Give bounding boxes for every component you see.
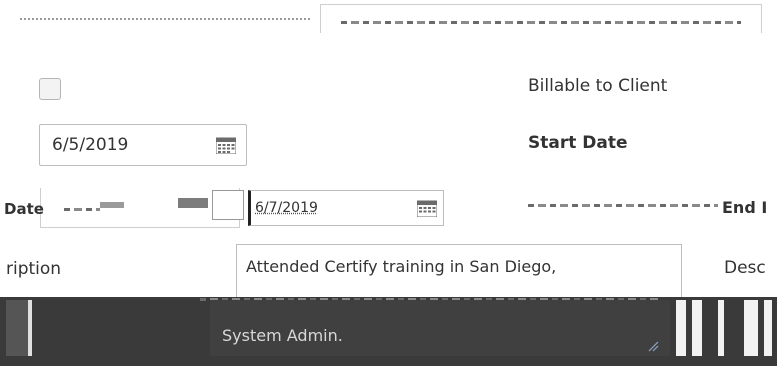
end-date-input[interactable]: 6/7/2019 <box>248 190 444 226</box>
description-textarea[interactable]: Attended Certify training in San Diego, <box>236 244 682 298</box>
calendar-icon[interactable] <box>417 200 437 217</box>
start-date-value: 6/5/2019 <box>52 135 129 155</box>
light-pillar <box>764 300 772 356</box>
billable-checkbox[interactable] <box>39 78 61 100</box>
billable-label: Billable to Client <box>528 76 668 96</box>
description-right-label: Desc <box>724 258 766 278</box>
calendar-icon[interactable] <box>216 137 236 154</box>
light-pillar <box>692 300 702 356</box>
description-text: Attended Certify training in San Diego, <box>246 257 557 276</box>
garbled-input-text <box>341 21 741 24</box>
end-date-value: 6/7/2019 <box>255 200 318 216</box>
description-left-label: ription <box>6 259 62 279</box>
garbled-fragment <box>178 198 208 208</box>
end-date-left-label: Date <box>4 200 44 218</box>
end-date-right-label: End I <box>722 198 768 217</box>
form-canvas: Billable to Client 6/5/2019 Start Date D… <box>0 0 777 366</box>
start-date-label: Start Date <box>528 133 628 153</box>
role-text: System Admin. <box>222 326 343 345</box>
resize-grip-icon[interactable] <box>647 340 659 352</box>
garbled-fragment <box>64 208 100 211</box>
garbled-label-strip <box>20 18 310 24</box>
garbled-fragment <box>100 202 124 208</box>
top-form-row <box>0 0 777 44</box>
light-pillar <box>744 300 758 356</box>
dark-pillar <box>6 300 28 356</box>
light-pillar <box>676 300 686 356</box>
garbled-calendar-fragment <box>212 190 244 220</box>
start-date-input[interactable]: 6/5/2019 <box>39 124 247 166</box>
light-pillar <box>28 300 32 356</box>
top-text-input[interactable] <box>320 4 762 33</box>
garbled-label-fragment <box>528 204 718 207</box>
light-pillar <box>718 300 724 356</box>
